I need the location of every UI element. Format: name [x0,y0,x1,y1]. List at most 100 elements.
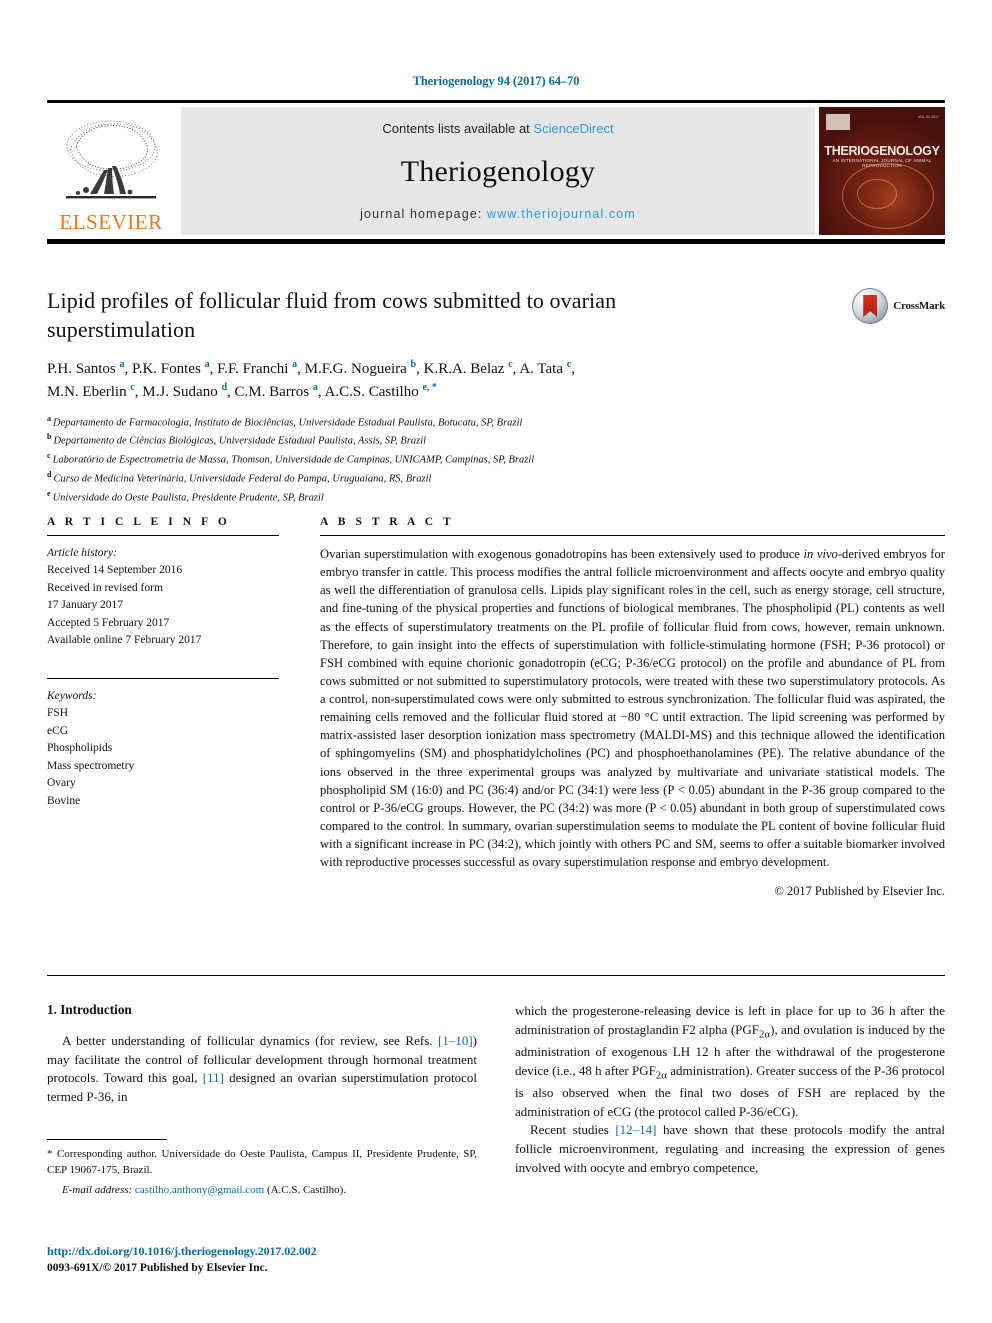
affiliation-mark: c [47,451,51,461]
intro-paragraph-right-1: which the progesterone-releasing device … [515,1002,945,1121]
sciencedirect-link[interactable]: ScienceDirect [533,121,613,136]
history-item: Accepted 5 February 2017 [47,616,170,629]
abstract-heading: A B S T R A C T [320,516,455,528]
abstract-italic-1: in vivo- [803,547,843,561]
crossmark-badge-group[interactable]: CrossMark [852,288,945,324]
keyword-item: eCG [47,724,69,737]
abstract-part-1: Ovarian superstimulation with exogenous … [320,547,804,561]
page-title: Lipid profiles of follicular fluid from … [47,288,617,343]
article-info-rule [47,535,279,536]
keywords-block: Keywords: FSH eCG Phospholipids Mass spe… [47,677,279,810]
elsevier-logo: ELSEVIER [47,107,175,235]
doi-link[interactable]: http://dx.doi.org/10.1016/j.theriogenolo… [47,1244,507,1259]
affiliation-text: Laboratório de Espectrometria de Massa, … [52,454,535,466]
abstract-body: Ovarian superstimulation with exogenous … [320,545,945,871]
cover-journal-title: THERIOGENOLOGY [824,144,940,159]
cover-ring-inner [856,178,897,209]
pgf-subscript-2: 2α [655,1069,667,1082]
body-right-column: which the progesterone-releasing device … [515,1002,945,1177]
affiliation-text: Curso de Medicina Veterinária, Universid… [53,473,432,485]
abstract-part-2: derived embryos for embryo transfer in c… [320,547,945,870]
journal-title: Theriogenology [400,154,596,188]
author-list: P.H. Santos a, P.K. Fontes a, F.F. Franc… [47,358,807,404]
footnote-email-line: E-mail address: castilho.anthony@gmail.c… [47,1184,477,1196]
history-item: Received in revised form [47,581,163,594]
info-abstract-region: A R T I C L E I N F O Article history: R… [47,516,945,899]
contents-prefix: Contents lists available at [382,121,534,136]
column-gap [279,516,320,899]
affiliation-item: e Universidade do Oeste Paulista, Preside… [47,488,945,507]
citation-ref-12-14[interactable]: [12–14] [615,1122,656,1137]
doi-block: http://dx.doi.org/10.1016/j.theriogenolo… [47,1244,507,1274]
elsevier-tree-icon [66,120,158,199]
body-column-gap [477,1002,515,1177]
keyword-item: Mass spectrometry [47,759,135,772]
keywords-rule [47,677,279,679]
title-block: Lipid profiles of follicular fluid from … [47,286,945,506]
author-line-2: M.N. Eberlin c, M.J. Sudano d, C.M. Barr… [47,381,437,400]
corresponding-author-footnote: * Corresponding author. Universidade do … [47,1139,477,1196]
affiliation-text: Universidade do Oeste Paulista, Presiden… [52,492,324,504]
history-item: Received 14 September 2016 [47,564,183,577]
footnote-rule [47,1139,167,1140]
affiliation-mark: a [47,413,51,423]
journal-band: Contents lists available at ScienceDirec… [181,107,815,235]
cover-journal-subtitle: AN INTERNATIONAL JOURNAL OF ANIMAL REPRO… [832,158,932,169]
homepage-prefix: journal homepage: [360,207,487,221]
pgf-subscript-1: 2α [759,1028,771,1041]
affiliation-item: b Departamento de Ciências Biológicas, Un… [47,431,945,450]
crossmark-label: CrossMark [893,300,945,312]
affiliation-list: a Departamento de Farmacologia, Instituto… [47,413,945,507]
article-info-column: A R T I C L E I N F O Article history: R… [47,516,279,899]
author-line-1: P.H. Santos a, P.K. Fontes a, F.F. Franc… [47,359,575,378]
affiliation-item: d Curso de Medicina Veterinária, Universi… [47,469,945,488]
paper-page: Theriogenology 94 (2017) 64–70 ELSEVIER … [0,0,992,1323]
crossmark-icon[interactable] [852,288,889,324]
article-history-label: Article history: [47,547,117,559]
affiliation-text: Departamento de Ciências Biológicas, Uni… [53,435,427,447]
affiliation-item: c Laboratório de Espectrometria de Massa,… [47,450,945,469]
keyword-item: Ovary [47,777,76,790]
affiliation-item: a Departamento de Farmacologia, Instituto… [47,413,945,432]
issn-copyright-line: 0093-691X/© 2017 Published by Elsevier I… [47,1262,268,1274]
citation-ref-1-10[interactable]: [1–10] [438,1033,473,1048]
journal-masthead: ELSEVIER Contents lists available at Sci… [47,100,945,235]
cover-elsevier-mark-icon [826,114,850,130]
abstract-column: A B S T R A C T Ovarian superstimulation… [320,516,945,899]
history-item: 17 January 2017 [47,599,124,612]
intro-right2-text-a: Recent studies [530,1122,616,1138]
masthead-top-rule [47,100,945,103]
affiliation-mark: e [47,488,51,498]
affiliation-mark: d [47,469,52,479]
footnote-address: Corresponding author. Universidade do Oe… [47,1148,477,1176]
journal-homepage-link[interactable]: www.theriojournal.com [487,207,636,221]
contents-available-line: Contents lists available at ScienceDirec… [382,121,613,136]
email-link[interactable]: castilho.anthony@gmail.com [135,1184,264,1196]
introduction-heading: 1. Introduction [47,1002,132,1017]
abstract-copyright: © 2017 Published by Elsevier Inc. [774,884,945,899]
article-history-block: Article history: Received 14 September 2… [47,545,279,650]
footnote-body: * Corresponding author. Universidade do … [47,1147,477,1179]
keyword-item: Bovine [47,794,81,807]
email-owner: (A.C.S. Castilho). [266,1183,347,1196]
keywords-label: Keywords: [47,689,97,702]
intro-left-text-a: A better understanding of follicular dyn… [62,1033,438,1048]
abstract-rule [320,535,945,536]
masthead-bottom-rule [47,239,945,244]
history-item: Available online 7 February 2017 [47,634,202,647]
journal-homepage-line: journal homepage: www.theriojournal.com [360,207,636,221]
article-info-heading: A R T I C L E I N F O [47,516,231,528]
citation-ref-11[interactable]: [11] [203,1070,224,1085]
keyword-item: FSH [47,707,69,720]
section-divider-rule [47,975,945,976]
elsevier-wordmark: ELSEVIER [59,210,163,234]
cover-volume-text: VOL 94 2017 [917,115,939,119]
journal-cover-thumbnail: VOL 94 2017 THERIOGENOLOGY AN INTERNATIO… [819,107,945,235]
intro-paragraph-left: A better understanding of follicular dyn… [47,1032,477,1107]
email-label: E-mail address: [62,1183,133,1196]
affiliation-text: Departamento de Farmacologia, Instituto … [53,417,523,429]
intro-paragraph-right-2: Recent studies [12–14] have shown that t… [515,1121,945,1177]
affiliation-mark: b [47,432,52,442]
keyword-item: Phospholipids [47,742,113,755]
running-head: Theriogenology 94 (2017) 64–70 [412,74,580,88]
